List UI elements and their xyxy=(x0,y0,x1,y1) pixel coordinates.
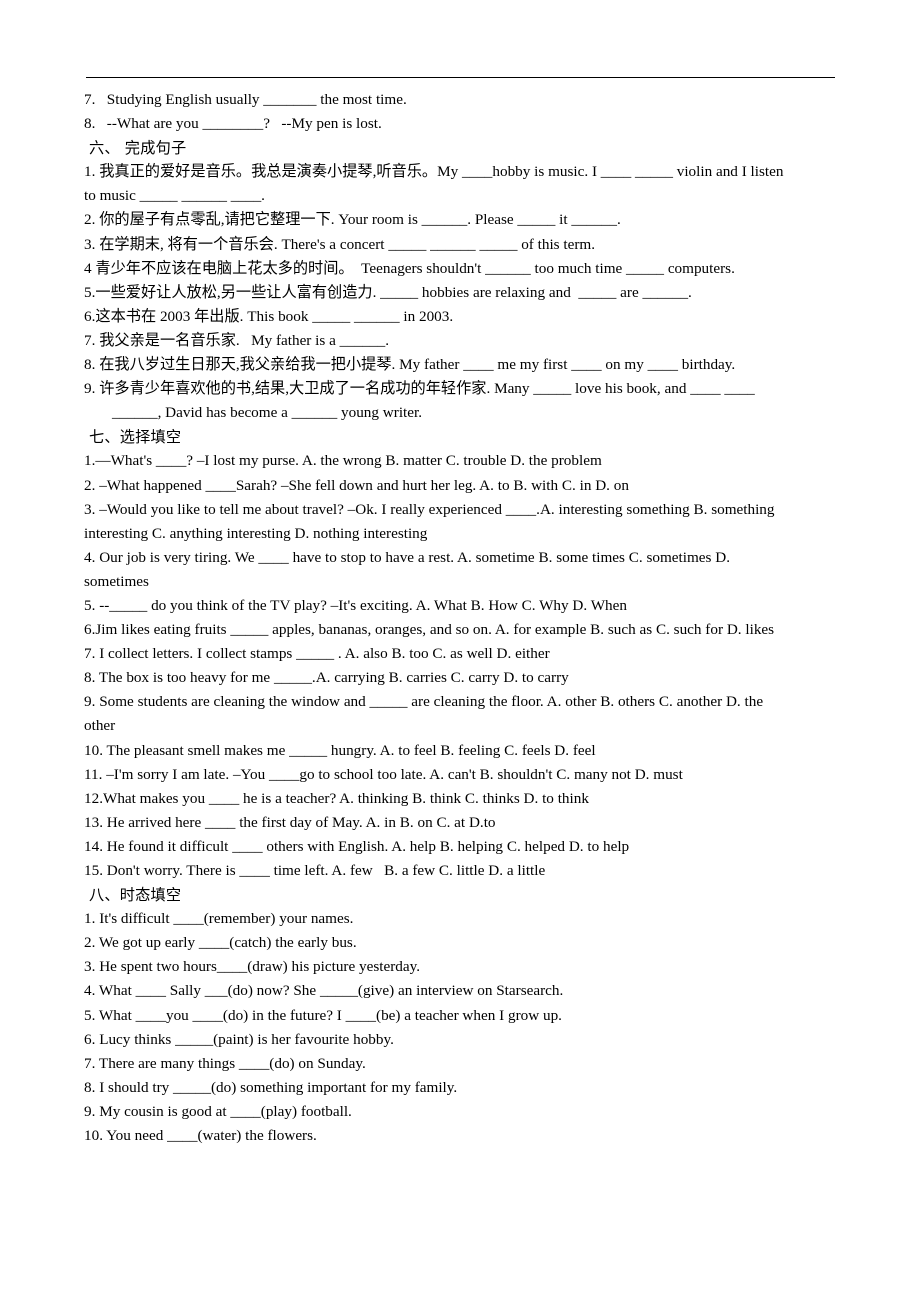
s6-q1-line-1: 1. 我真正的爱好是音乐。我总是演奏小提琴,听音乐。My ____hobby i… xyxy=(84,163,784,181)
s6-q5-line-1: 5.一些爱好让人放松,另一些让人富有创造力. _____ hobbies are… xyxy=(84,283,692,301)
s7-q14-line-1: 14. He found it difficult ____ others wi… xyxy=(84,837,630,855)
section-heading-section-eight: 八、时态填空 xyxy=(89,886,182,905)
s7-q9-line-1: 9. Some students are cleaning the window… xyxy=(84,693,764,711)
s8-q4-line-1: 4. What ____ Sally ___(do) now? She ____… xyxy=(84,982,564,1000)
s6-q1-line-2: to music _____ ______ ____. xyxy=(84,187,265,205)
s7-q3-line-2: interesting C. anything interesting D. n… xyxy=(84,524,428,542)
s7-q9-line-2: other xyxy=(84,717,116,735)
s7-q8-line-1: 8. The box is too heavy for me _____.A. … xyxy=(84,669,569,687)
s8-q5-line-1: 5. What ____you ____(do) in the future? … xyxy=(84,1006,562,1024)
s6-q3-line-1: 3. 在学期末, 将有一个音乐会. There's a concert ____… xyxy=(84,235,596,253)
section-heading-section-seven: 七、选择填空 xyxy=(89,428,182,447)
worksheet-page: 7. Studying English usually _______ the … xyxy=(0,0,920,1302)
s8-q2-line-1: 2. We got up early ____(catch) the early… xyxy=(84,934,357,952)
s6-q8-line-1: 8. 在我八岁过生日那天,我父亲给我一把小提琴. My father ____ … xyxy=(84,356,736,374)
s7-q12-line-1: 12.What makes you ____ he is a teacher? … xyxy=(84,789,589,807)
s7-q11-line-1: 11. –I'm sorry I am late. –You ____go to… xyxy=(84,765,683,783)
s7-q6-line-1: 6.Jim likes eating fruits _____ apples, … xyxy=(84,621,775,639)
header-separator-rule xyxy=(86,77,835,78)
s7-q15-line-1: 15. Don't worry. There is ____ time left… xyxy=(84,862,546,879)
s8-q8-line-1: 8. I should try _____(do) something impo… xyxy=(84,1078,458,1096)
carryover-item-7: 7. Studying English usually _______ the … xyxy=(84,91,407,108)
s7-q4-line-1: 4. Our job is very tiring. We ____ have … xyxy=(84,548,730,566)
s6-q9-line-1: 9. 许多青少年喜欢他的书,结果,大卫成了一名成功的年轻作家. Many ___… xyxy=(84,380,755,398)
s8-q7-line-1: 7. There are many things ____(do) on Sun… xyxy=(84,1054,366,1072)
s6-q4-line-1: 4 青少年不应该在电脑上花太多的时间。 Teenagers shouldn't … xyxy=(84,259,735,277)
document-body: 7. Studying English usually _______ the … xyxy=(84,88,836,1148)
s7-q7-line-1: 7. I collect letters. I collect stamps _… xyxy=(84,645,550,663)
s7-q13-line-1: 13. He arrived here ____ the first day o… xyxy=(84,813,496,831)
s7-q5-line-1: 5. --_____ do you think of the TV play? … xyxy=(84,596,627,614)
s8-q6-line-1: 6. Lucy thinks _____(paint) is her favou… xyxy=(84,1030,394,1048)
s7-q1-line-1: 1.—What's ____? –I lost my purse. A. the… xyxy=(84,452,602,470)
section-heading-section-six: 六、 完成句子 xyxy=(89,139,187,158)
carryover-item-8: 8. --What are you ________? --My pen is … xyxy=(84,115,382,133)
s7-q10-line-1: 10. The pleasant smell makes me _____ hu… xyxy=(84,741,596,759)
s6-q7-line-1: 7. 我父亲是一名音乐家. My father is a ______. xyxy=(84,331,389,349)
s7-q2-line-1: 2. –What happened ____Sarah? –She fell d… xyxy=(84,476,629,494)
s6-q2-line-1: 2. 你的屋子有点零乱,请把它整理一下. Your room is ______… xyxy=(84,211,621,229)
s8-q9-line-1: 9. My cousin is good at ____(play) footb… xyxy=(84,1102,352,1120)
s7-q3-line-1: 3. –Would you like to tell me about trav… xyxy=(84,500,775,518)
s6-q6-line-1: 6.这本书在 2003 年出版. This book _____ ______ … xyxy=(84,307,454,325)
s8-q1-line-1: 1. It's difficult ____(remember) your na… xyxy=(84,910,354,928)
s8-q10-line-1: 10. You need ____(water) the flowers. xyxy=(84,1127,317,1145)
s7-q4-line-2: sometimes xyxy=(84,572,149,590)
s8-q3-line-1: 3. He spent two hours____(draw) his pict… xyxy=(84,958,421,976)
s6-q9-line-2: ______, David has become a ______ young … xyxy=(112,404,423,422)
